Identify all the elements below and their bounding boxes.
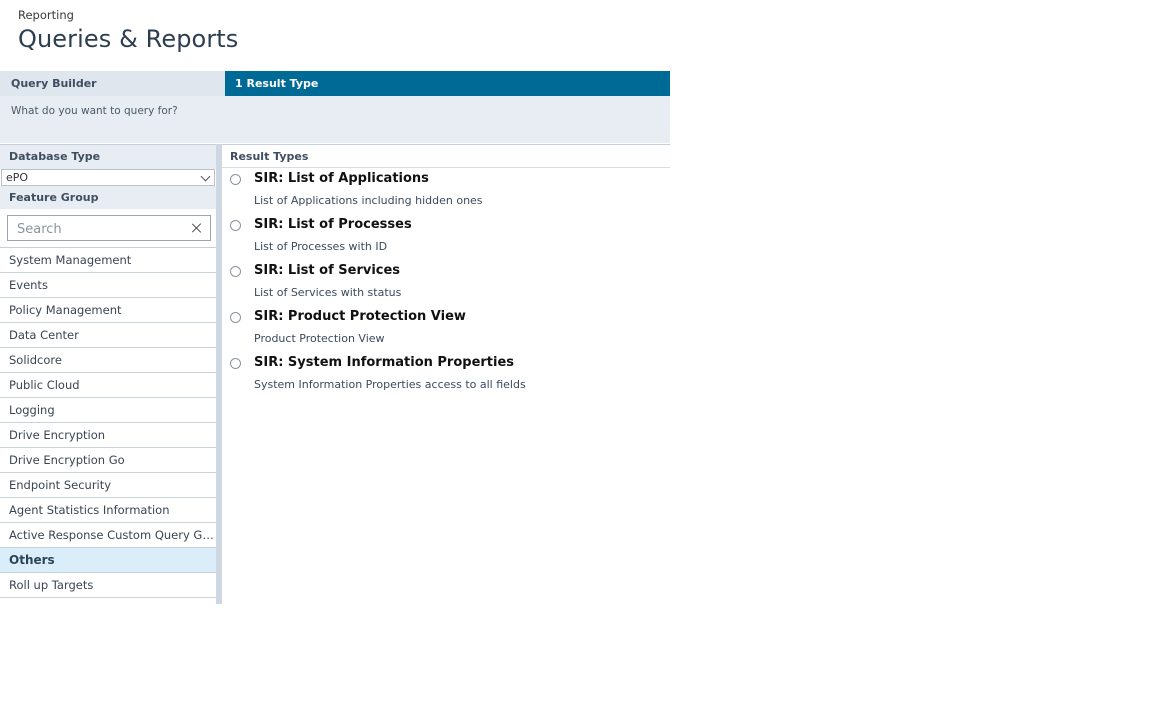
page-header: Reporting Queries & Reports — [18, 8, 238, 53]
query-builder-label: Query Builder — [0, 71, 225, 96]
result-type-radio[interactable] — [230, 358, 241, 369]
feature-group-item[interactable]: Data Center — [0, 323, 216, 348]
breadcrumb[interactable]: Reporting — [18, 8, 238, 22]
feature-group-list: System Management Events Policy Management… — [0, 248, 216, 598]
clear-icon[interactable] — [192, 223, 202, 233]
feature-group-item[interactable]: Agent Statistics Information — [0, 498, 216, 523]
feature-group-item[interactable]: Active Response Custom Query Gro... — [0, 523, 216, 548]
feature-group-item[interactable]: Public Cloud — [0, 373, 216, 398]
result-type-item[interactable]: SIR: Product Protection View Product Prot… — [222, 306, 670, 352]
feature-group-item[interactable]: Logging — [0, 398, 216, 423]
feature-group-search — [0, 209, 216, 248]
result-type-title[interactable]: SIR: List of Processes — [254, 217, 412, 232]
result-type-title[interactable]: SIR: List of Applications — [254, 171, 429, 186]
query-question: What do you want to query for? — [11, 105, 178, 117]
result-type-description: List of Services with status — [254, 286, 402, 299]
result-type-radio[interactable] — [230, 266, 241, 277]
result-type-radio[interactable] — [230, 174, 241, 185]
page-title: Queries & Reports — [18, 25, 239, 53]
result-type-item[interactable]: SIR: List of Services List of Services wi… — [222, 260, 670, 306]
chevron-down-icon — [200, 171, 211, 182]
feature-group-item[interactable]: Events — [0, 273, 216, 298]
tab-result-type[interactable]: 1 Result Type — [225, 71, 670, 96]
result-type-description: System Information Properties access to … — [254, 378, 526, 391]
right-panel: Result Types SIR: List of Applications Li… — [222, 144, 670, 604]
feature-group-item[interactable]: Roll up Targets — [0, 573, 216, 598]
database-type-value: ePO — [6, 171, 29, 184]
result-types-list: SIR: List of Applications List of Applica… — [222, 168, 670, 398]
left-panel: Database Type ePO Feature Group System M… — [0, 144, 216, 604]
result-types-label: Result Types — [222, 145, 670, 168]
database-type-select[interactable]: ePO — [1, 169, 215, 186]
result-type-description: List of Processes with ID — [254, 240, 388, 253]
result-type-item[interactable]: SIR: System Information Properties System… — [222, 352, 670, 398]
feature-group-item[interactable]: Others — [0, 548, 216, 573]
feature-group-item[interactable]: Drive Encryption — [0, 423, 216, 448]
database-type-label: Database Type — [0, 145, 216, 169]
feature-group-label: Feature Group — [0, 186, 216, 209]
query-builder-bar: Query Builder 1 Result Type What do you … — [0, 71, 670, 143]
result-type-item[interactable]: SIR: List of Applications List of Applica… — [222, 168, 670, 214]
result-type-description: List of Applications including hidden on… — [254, 194, 483, 207]
result-type-item[interactable]: SIR: List of Processes List of Processes … — [222, 214, 670, 260]
result-type-title[interactable]: SIR: Product Protection View — [254, 309, 466, 324]
feature-group-item[interactable]: Solidcore — [0, 348, 216, 373]
search-input[interactable] — [15, 217, 189, 241]
result-type-title[interactable]: SIR: List of Services — [254, 263, 400, 278]
feature-group-item[interactable]: Drive Encryption Go — [0, 448, 216, 473]
feature-group-item[interactable]: Policy Management — [0, 298, 216, 323]
feature-group-item[interactable]: System Management — [0, 248, 216, 273]
result-type-radio[interactable] — [230, 312, 241, 323]
result-type-title[interactable]: SIR: System Information Properties — [254, 355, 514, 370]
feature-group-item[interactable]: Endpoint Security — [0, 473, 216, 498]
result-type-description: Product Protection View — [254, 332, 385, 345]
result-type-radio[interactable] — [230, 220, 241, 231]
search-box — [7, 215, 211, 241]
